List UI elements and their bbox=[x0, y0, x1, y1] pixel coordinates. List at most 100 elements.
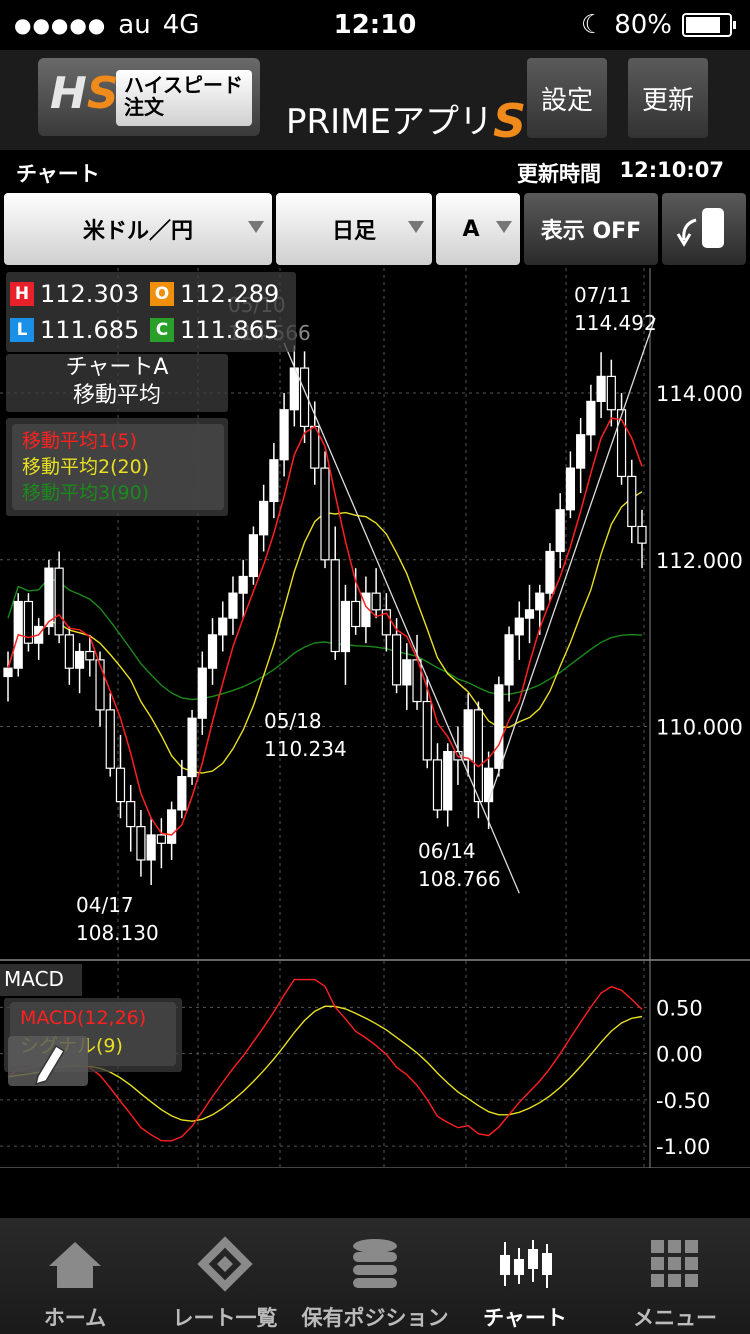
menu-grid-icon bbox=[651, 1240, 698, 1287]
candle-body bbox=[371, 592, 381, 611]
ma-legend-item-3: 移動平均3(90) bbox=[22, 482, 150, 504]
candle-body bbox=[555, 509, 565, 553]
highspeed-order-badge[interactable]: HS ハイスピード 注文 bbox=[38, 58, 260, 136]
candle-body bbox=[432, 759, 443, 811]
status-bar: ●●●●● au 4G 12:10 ☾ 80% bbox=[0, 0, 750, 50]
hs-logo: HS bbox=[50, 68, 119, 119]
macd-title: MACD bbox=[0, 964, 82, 996]
candle-body bbox=[514, 617, 524, 636]
tab-chart[interactable]: チャート bbox=[450, 1218, 600, 1334]
trendline-down bbox=[283, 342, 520, 894]
candle-body bbox=[218, 617, 228, 636]
annotation-date: 07/11 bbox=[574, 283, 632, 307]
candle-body bbox=[3, 667, 13, 678]
candle-body bbox=[74, 650, 85, 669]
annotation-date: 04/17 bbox=[76, 893, 134, 917]
ohlc-panel: H 112.303 O 112.289 L 111.685 C 111.865 bbox=[6, 272, 296, 352]
candle-body bbox=[422, 700, 432, 761]
candle-body bbox=[586, 400, 596, 436]
bottom-tab-bar: ホーム レート一覧 保有ポジション チャート メニュー bbox=[0, 1218, 750, 1334]
annotation-value: 110.234 bbox=[264, 737, 347, 761]
app-logo: PRIMEアプリS bbox=[286, 90, 526, 148]
candle-body bbox=[238, 575, 248, 594]
open-tag: O bbox=[150, 282, 174, 306]
candle-body bbox=[248, 534, 259, 578]
chart-name: チャートA bbox=[65, 355, 169, 380]
candle-body bbox=[484, 767, 494, 803]
tab-home[interactable]: ホーム bbox=[0, 1218, 150, 1334]
moving-average-legend[interactable]: 移動平均1(5) 移動平均2(20) 移動平均3(90) bbox=[6, 418, 228, 516]
update-time-value: 12:10:07 bbox=[619, 158, 724, 182]
candle-body bbox=[177, 775, 187, 811]
annotation-value: 108.130 bbox=[76, 921, 159, 945]
dropdown-arrow-icon bbox=[496, 221, 512, 233]
indicator-name: 移動平均 bbox=[72, 383, 161, 408]
tab-label: レート一覧 bbox=[172, 1306, 278, 1330]
tab-label: メニュー bbox=[633, 1306, 717, 1330]
candle-body bbox=[391, 634, 402, 686]
period-select[interactable]: 日足 bbox=[276, 193, 432, 265]
rate-list-icon bbox=[197, 1236, 253, 1292]
period-value: 日足 bbox=[331, 219, 376, 244]
dropdown-arrow-icon bbox=[248, 221, 264, 233]
candle-body bbox=[606, 375, 616, 411]
chart-subheader: チャート 更新時間 12:10:07 bbox=[0, 150, 750, 192]
moon-icon: ☾ bbox=[580, 10, 605, 40]
candle-body bbox=[545, 550, 555, 594]
candle-body bbox=[443, 750, 453, 811]
ma-legend-item-2: 移動平均2(20) bbox=[22, 456, 150, 478]
close-value: 111.865 bbox=[180, 316, 280, 344]
candle-body bbox=[146, 834, 156, 861]
low-value: 111.685 bbox=[40, 316, 140, 344]
rotate-screen-button[interactable] bbox=[662, 193, 746, 265]
chart-indicator-panel[interactable]: チャートA 移動平均 bbox=[6, 354, 228, 412]
app-name: PRIMEアプリ bbox=[286, 102, 493, 142]
tab-menu[interactable]: メニュー bbox=[600, 1218, 750, 1334]
candle-body bbox=[115, 767, 126, 803]
candle-body bbox=[596, 375, 606, 402]
candle-body bbox=[126, 800, 136, 828]
macd-tick-label: 0.00 bbox=[656, 1043, 703, 1067]
currency-pair-select[interactable]: 米ドル／円 bbox=[4, 193, 272, 265]
close-tag: C bbox=[150, 318, 174, 342]
candle-body bbox=[565, 467, 576, 511]
page-title: チャート bbox=[16, 162, 100, 186]
candle-body bbox=[167, 809, 177, 844]
draw-tool-button[interactable] bbox=[8, 1036, 88, 1086]
price-tick-label: 114.000 bbox=[656, 382, 743, 406]
candle-body bbox=[340, 600, 351, 653]
macd-tick-label: -0.50 bbox=[656, 1089, 710, 1113]
tab-label: ホーム bbox=[43, 1306, 107, 1330]
battery-icon bbox=[682, 13, 736, 37]
chart-icon bbox=[500, 1240, 552, 1288]
candle-body bbox=[269, 459, 279, 503]
price-tick-label: 110.000 bbox=[656, 716, 743, 740]
tab-rate-list[interactable]: レート一覧 bbox=[150, 1218, 300, 1334]
candle-body bbox=[576, 434, 586, 469]
refresh-button[interactable]: 更新 bbox=[628, 58, 708, 138]
currency-pair-value: 米ドル／円 bbox=[82, 219, 193, 244]
hs-button-line1: ハイスピード bbox=[124, 73, 243, 97]
candle-body bbox=[156, 834, 166, 844]
highspeed-order-button[interactable]: ハイスピード 注文 bbox=[116, 70, 252, 126]
chart-mode-select[interactable]: A bbox=[436, 193, 520, 265]
rotate-icon bbox=[676, 208, 724, 248]
home-icon bbox=[49, 1242, 101, 1288]
candle-body bbox=[44, 567, 54, 628]
open-value: 112.289 bbox=[180, 280, 280, 308]
settings-button[interactable]: 設定 bbox=[527, 58, 607, 138]
high-tag: H bbox=[10, 282, 34, 306]
candle-body bbox=[330, 559, 340, 653]
tab-label: チャート bbox=[483, 1306, 567, 1330]
annotation-date: 06/14 bbox=[418, 839, 476, 863]
annotation-value: 114.492 bbox=[574, 311, 657, 335]
low-tag: L bbox=[10, 318, 34, 342]
ma-legend-item-1: 移動平均1(5) bbox=[22, 430, 138, 452]
hs-button-line2: 注文 bbox=[124, 95, 164, 119]
macd-tick-label: 0.50 bbox=[656, 996, 703, 1020]
update-time-label: 更新時間 bbox=[517, 162, 601, 186]
chart-mode-value: A bbox=[462, 216, 480, 242]
tab-positions[interactable]: 保有ポジション bbox=[300, 1218, 450, 1334]
candle-body bbox=[259, 500, 269, 536]
display-toggle-button[interactable]: 表示 OFF bbox=[524, 193, 658, 265]
